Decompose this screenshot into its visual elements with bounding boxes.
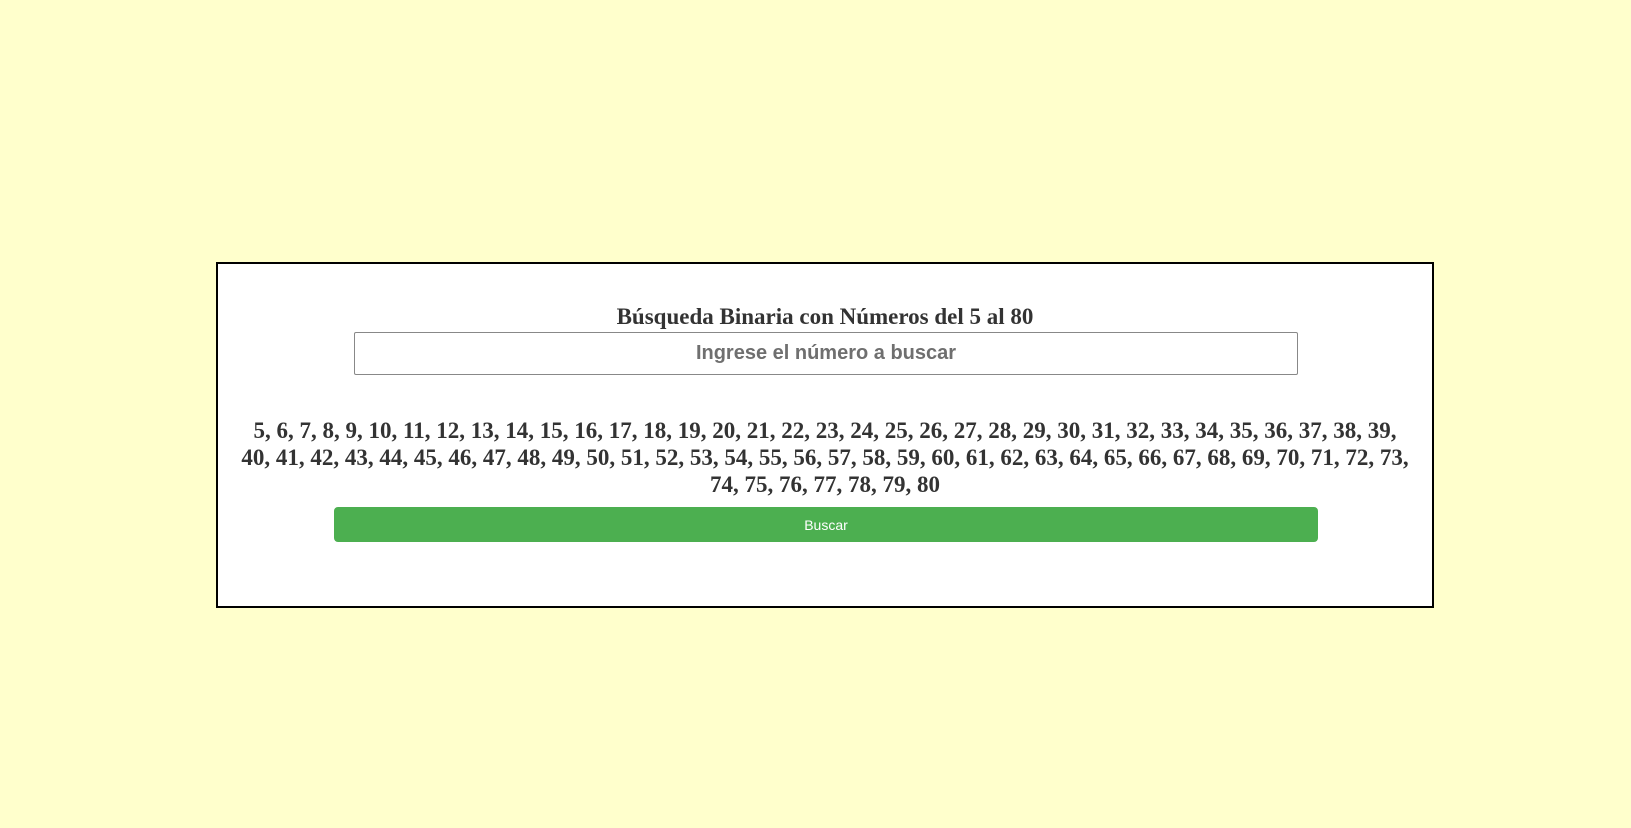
search-input[interactable] bbox=[354, 332, 1298, 375]
numbers-list: 5, 6, 7, 8, 9, 10, 11, 12, 13, 14, 15, 1… bbox=[241, 418, 1409, 497]
search-button[interactable]: Buscar bbox=[334, 507, 1318, 542]
page-title: Búsqueda Binaria con Números del 5 al 80 bbox=[616, 304, 1034, 329]
binary-search-card: Búsqueda Binaria con Números del 5 al 80… bbox=[216, 262, 1434, 608]
